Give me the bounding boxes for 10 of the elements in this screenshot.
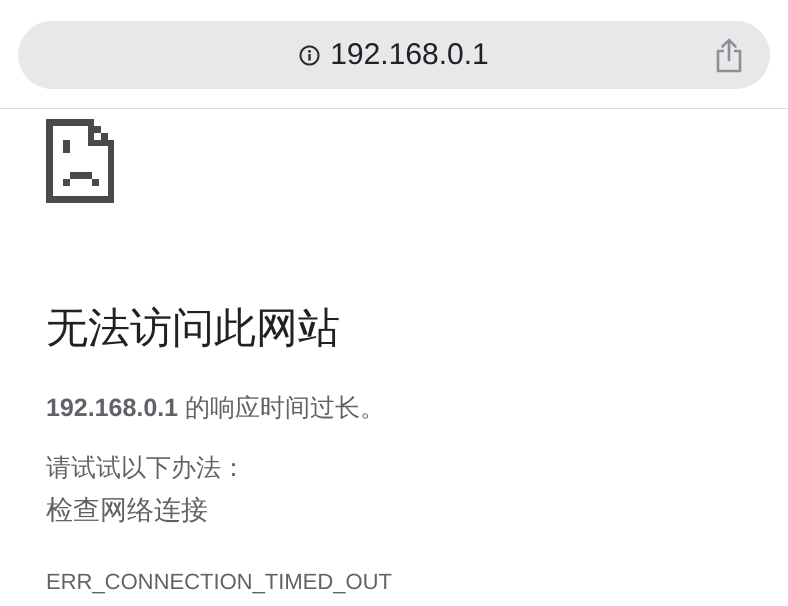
error-title: 无法访问此网站 [46, 303, 340, 353]
share-icon[interactable] [714, 38, 744, 72]
info-icon[interactable] [299, 44, 320, 66]
suggestion-text: 检查网络连接 [46, 494, 208, 527]
sad-page-icon [46, 119, 114, 203]
suggestions-heading: 请试试以下办法： [46, 453, 246, 484]
error-message: 192.168.0.1 的响应时间过长。 [46, 393, 386, 424]
address-bar[interactable]: 192.168.0.1 [18, 21, 770, 89]
url-text: 192.168.0.1 [330, 37, 489, 73]
error-code: ERR_CONNECTION_TIMED_OUT [46, 568, 392, 596]
